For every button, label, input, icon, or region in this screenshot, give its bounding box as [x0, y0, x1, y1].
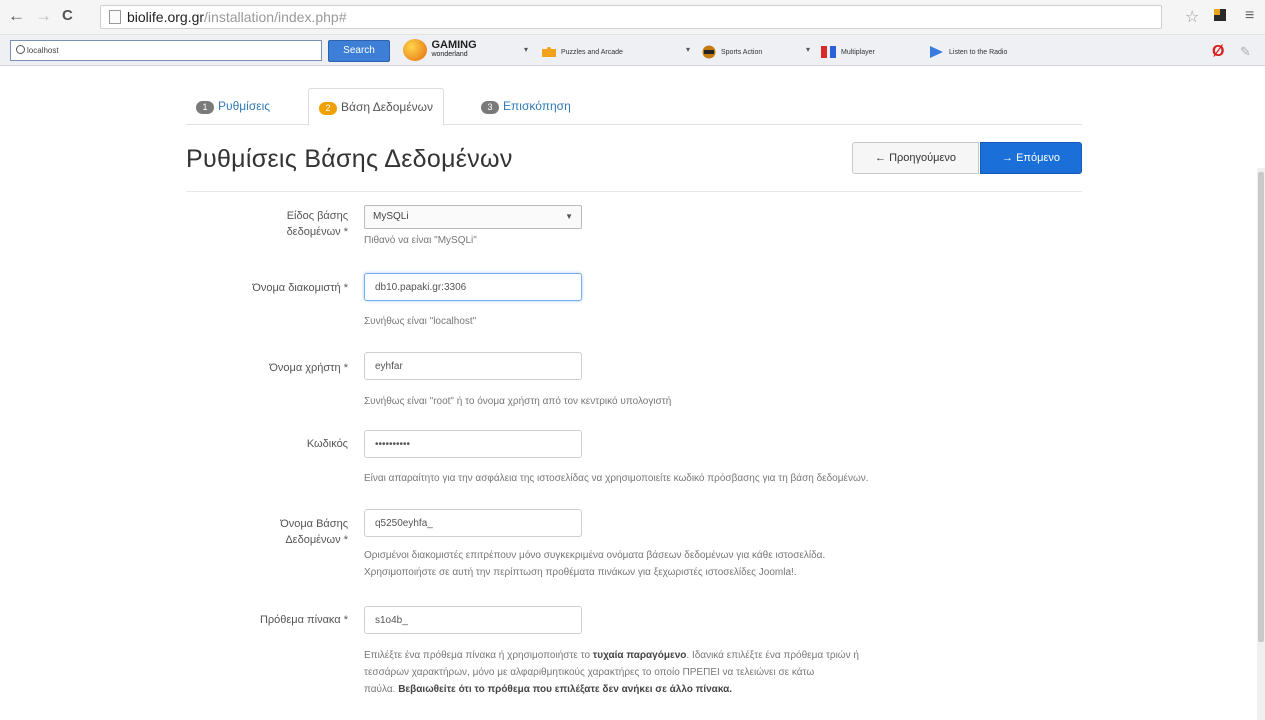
chevron-down-icon: ▼	[565, 212, 573, 221]
db-type-help: Πιθανό να είναι "MySQLi"	[364, 235, 477, 246]
username-input[interactable]: eyhfar	[364, 352, 582, 380]
db-name-input[interactable]: q5250eyhfa_	[364, 509, 582, 537]
server-input[interactable]: db10.papaki.gr:3306	[364, 273, 582, 301]
browser-nav-bar: ← → C biolife.org.gr/installation/index.…	[0, 0, 1265, 35]
password-input[interactable]: ••••••••••	[364, 430, 582, 458]
star-icon[interactable]: ☆	[1185, 7, 1199, 27]
toolbar-item-puzzles[interactable]: Puzzles and Arcade	[540, 45, 623, 59]
page-title: Ρυθμίσεις Βάσης Δεδομένων	[186, 145, 513, 173]
db-name-label: Όνομα Βάσης Δεδομένων *	[280, 518, 348, 546]
prefix-help: Επιλέξτε ένα πρόθεμα πίνακα ή χρησιμοποι…	[364, 650, 859, 695]
random-prefix-link[interactable]: τυχαία παραγόμενο	[593, 650, 687, 661]
toolbar-addon-icon[interactable]: Ø	[1212, 43, 1224, 61]
dropdown-arrow-icon[interactable]: ▾	[686, 45, 690, 54]
toolbar-search-button[interactable]: Search	[328, 40, 390, 62]
db-type-label: Είδος βάσης δεδομένων *	[286, 210, 348, 238]
tab-overview[interactable]: 3 Επισκόπηση	[471, 88, 581, 124]
arrow-left-icon: ←	[875, 152, 886, 164]
puzzle-icon	[540, 45, 558, 59]
sports-icon	[700, 45, 718, 59]
divider	[186, 191, 1082, 192]
reload-button[interactable]: C	[62, 6, 73, 26]
db-name-help: Ορισμένοι διακομιστές επιτρέπουν μόνο συ…	[364, 550, 826, 578]
username-label: Όνομα χρήστη *	[269, 362, 348, 374]
previous-button[interactable]: ← Προηγούμενο	[852, 142, 979, 174]
menu-icon[interactable]: ≡	[1245, 7, 1254, 25]
gaming-logo-icon	[403, 39, 427, 61]
url-path: /installation/index.php#	[204, 9, 347, 25]
toolbar-search-value: localhost	[27, 46, 59, 55]
dropdown-arrow-icon[interactable]: ▾	[806, 45, 810, 54]
dropdown-arrow-icon[interactable]: ▾	[524, 45, 528, 54]
logo-line2: wonderland	[431, 51, 468, 58]
back-button[interactable]: ←	[8, 6, 25, 26]
tab-database[interactable]: 2 Βάση Δεδομένων	[308, 88, 445, 126]
play-icon	[928, 45, 946, 59]
multiplayer-icon	[820, 45, 838, 59]
scrollbar-thumb[interactable]	[1258, 172, 1264, 642]
page-icon	[109, 10, 121, 24]
username-help: Συνήθως είναι "root" ή το όνομα χρήστη α…	[364, 396, 672, 407]
address-bar[interactable]: biolife.org.gr/installation/index.php#	[100, 5, 1162, 29]
prefix-label: Πρόθεμα πίνακα *	[259, 614, 348, 626]
wizard-steps: 1 Ρυθμίσεις 2 Βάση Δεδομένων 3 Επισκόπηση	[186, 88, 1082, 126]
url-host: biolife.org.gr	[127, 9, 205, 25]
toolbar-item-sports[interactable]: Sports Action	[700, 45, 762, 59]
server-help: Συνήθως είναι "localhost"	[364, 316, 477, 327]
toolbar-item-multiplayer[interactable]: Multiplayer	[820, 45, 875, 59]
extension-icon[interactable]	[1213, 7, 1227, 28]
search-icon	[16, 45, 25, 54]
toolbar-search-input[interactable]: localhost	[10, 40, 322, 61]
tab-settings[interactable]: 1 Ρυθμίσεις	[186, 88, 280, 124]
next-button[interactable]: → Επόμενο	[980, 142, 1082, 174]
toolbar-settings-icon[interactable]: ✎	[1240, 44, 1251, 60]
gaming-wonderland-logo[interactable]: GAMING wonderland	[403, 39, 477, 61]
server-label: Όνομα διακομιστή *	[252, 282, 348, 294]
forward-button[interactable]: →	[35, 6, 52, 26]
password-help: Είναι απαραίτητο για την ασφάλεια της ισ…	[364, 473, 869, 484]
arrow-right-icon: →	[1002, 152, 1014, 164]
browser-toolbar: localhost Search GAMING wonderland ▾ Puzz…	[0, 35, 1265, 66]
password-label: Κωδικός	[306, 438, 348, 450]
toolbar-item-radio[interactable]: Listen to the Radio	[928, 45, 1007, 59]
db-type-select[interactable]: MySQLi ▼	[364, 205, 582, 229]
prefix-input[interactable]: s1o4b_	[364, 606, 582, 634]
